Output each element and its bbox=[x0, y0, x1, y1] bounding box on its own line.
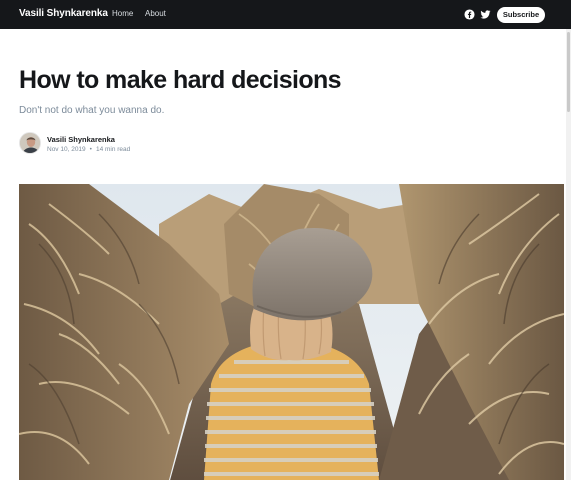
post-meta: Nov 10, 2019 • 14 min read bbox=[47, 146, 130, 153]
meta-separator: • bbox=[89, 146, 92, 153]
subscribe-button[interactable]: Subscribe bbox=[497, 7, 545, 23]
twitter-icon[interactable] bbox=[480, 9, 491, 20]
nav-link-about[interactable]: About bbox=[145, 9, 166, 18]
nav-link-home[interactable]: Home bbox=[112, 9, 133, 18]
site-header: Vasili Shynkarenka Home About Subscribe bbox=[0, 0, 571, 29]
facebook-icon[interactable] bbox=[464, 9, 475, 20]
post-title: How to make hard decisions bbox=[19, 66, 342, 94]
post-date: Nov 10, 2019 bbox=[47, 146, 86, 153]
author-avatar[interactable] bbox=[19, 132, 41, 154]
reading-time: 14 min read bbox=[95, 146, 131, 153]
post-excerpt: Don't not do what you wanna do. bbox=[19, 105, 165, 116]
avatar-image bbox=[20, 133, 40, 153]
site-brand[interactable]: Vasili Shynkarenka bbox=[19, 8, 108, 19]
hero-image bbox=[19, 184, 564, 480]
author-name[interactable]: Vasili Shynkarenka bbox=[47, 135, 115, 144]
scrollbar-thumb[interactable] bbox=[567, 32, 570, 112]
